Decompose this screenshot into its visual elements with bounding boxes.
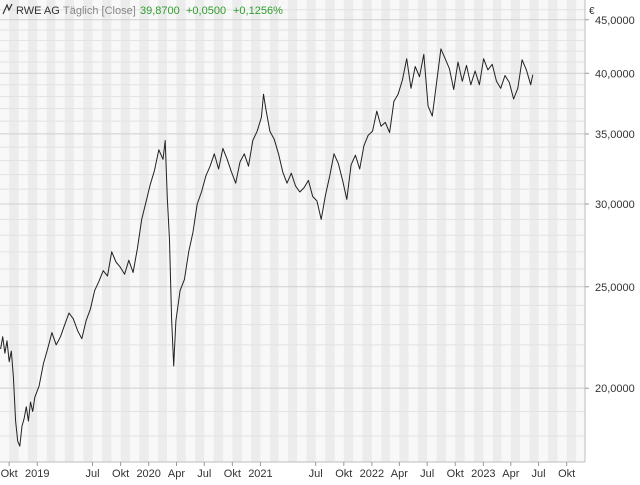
month-band bbox=[529, 0, 539, 462]
month-band bbox=[64, 0, 74, 462]
month-band bbox=[417, 0, 428, 462]
x-tick-labels: Okt 2019 Jul Okt 2020 Apr Jul Okt 2021 Jul Okt 2022… bbox=[1, 462, 575, 480]
y-tick-labels: 20,0000 25,0000 30,0000 35,0000 40,0000 45,00… bbox=[585, 15, 635, 395]
y-tick-label: 25,0000 bbox=[595, 282, 635, 294]
y-tick-label: 35,0000 bbox=[595, 129, 635, 141]
month-band bbox=[399, 0, 409, 462]
x-tick-label: Okt bbox=[112, 468, 129, 480]
x-tick-label: Jul bbox=[420, 468, 434, 480]
chart-header: RWE AG Täglich [Close] 39,8700 +0,0500 +… bbox=[2, 3, 283, 17]
x-tick-label: Okt bbox=[447, 468, 464, 480]
x-tick-label: Jul bbox=[309, 468, 323, 480]
month-band bbox=[492, 0, 502, 462]
x-tick-label: Apr bbox=[168, 468, 185, 480]
month-band bbox=[213, 0, 224, 462]
month-bands bbox=[0, 0, 585, 462]
month-band bbox=[566, 0, 577, 462]
x-tick-label: 2022 bbox=[360, 468, 384, 480]
price-chart: 20,0000 25,0000 30,0000 35,0000 40,0000 45,00… bbox=[0, 0, 635, 480]
change-percent: +0,1256% bbox=[233, 5, 283, 17]
x-tick-label: Okt bbox=[1, 468, 18, 480]
last-price: 39,8700 bbox=[140, 5, 180, 17]
x-tick-label: 2020 bbox=[136, 468, 160, 480]
month-band bbox=[83, 0, 93, 462]
month-band bbox=[325, 0, 335, 462]
x-tick-label: 2023 bbox=[471, 468, 495, 480]
y-tick-label: 45,0000 bbox=[595, 15, 635, 27]
x-tick-label: 2019 bbox=[25, 468, 49, 480]
x-tick-label: Jul bbox=[532, 468, 546, 480]
month-band bbox=[195, 0, 205, 462]
month-band bbox=[232, 0, 242, 462]
month-band bbox=[269, 0, 279, 462]
month-band bbox=[362, 0, 372, 462]
currency-label: € bbox=[589, 6, 595, 17]
x-tick-label: Okt bbox=[558, 468, 575, 480]
interval-mode: Täglich [Close] bbox=[63, 5, 136, 17]
month-band bbox=[120, 0, 131, 462]
month-band bbox=[343, 0, 354, 462]
x-tick-label: Okt bbox=[335, 468, 352, 480]
month-band bbox=[176, 0, 186, 462]
chart-container: 20,0000 25,0000 30,0000 35,0000 40,0000 45,00… bbox=[0, 0, 640, 480]
x-tick-label: Apr bbox=[391, 468, 408, 480]
y-tick-label: 40,0000 bbox=[595, 68, 635, 80]
y-tick-label: 20,0000 bbox=[595, 383, 635, 395]
month-band bbox=[158, 0, 168, 462]
month-band bbox=[139, 0, 149, 462]
month-band bbox=[250, 0, 261, 462]
change-absolute: +0,0500 bbox=[186, 5, 226, 17]
y-tick-label: 30,0000 bbox=[595, 199, 635, 211]
month-band bbox=[27, 0, 38, 462]
x-tick-label: Jul bbox=[197, 468, 211, 480]
month-band bbox=[510, 0, 520, 462]
month-band bbox=[287, 0, 298, 462]
month-band bbox=[46, 0, 56, 462]
month-band bbox=[101, 0, 112, 462]
x-tick-label: Okt bbox=[224, 468, 241, 480]
month-band bbox=[381, 0, 390, 462]
month-band bbox=[548, 0, 558, 462]
instrument-name: RWE AG bbox=[16, 5, 60, 17]
x-tick-label: 2021 bbox=[248, 468, 272, 480]
month-band bbox=[306, 0, 316, 462]
x-tick-label: Apr bbox=[502, 468, 519, 480]
x-tick-label: Jul bbox=[85, 468, 99, 480]
